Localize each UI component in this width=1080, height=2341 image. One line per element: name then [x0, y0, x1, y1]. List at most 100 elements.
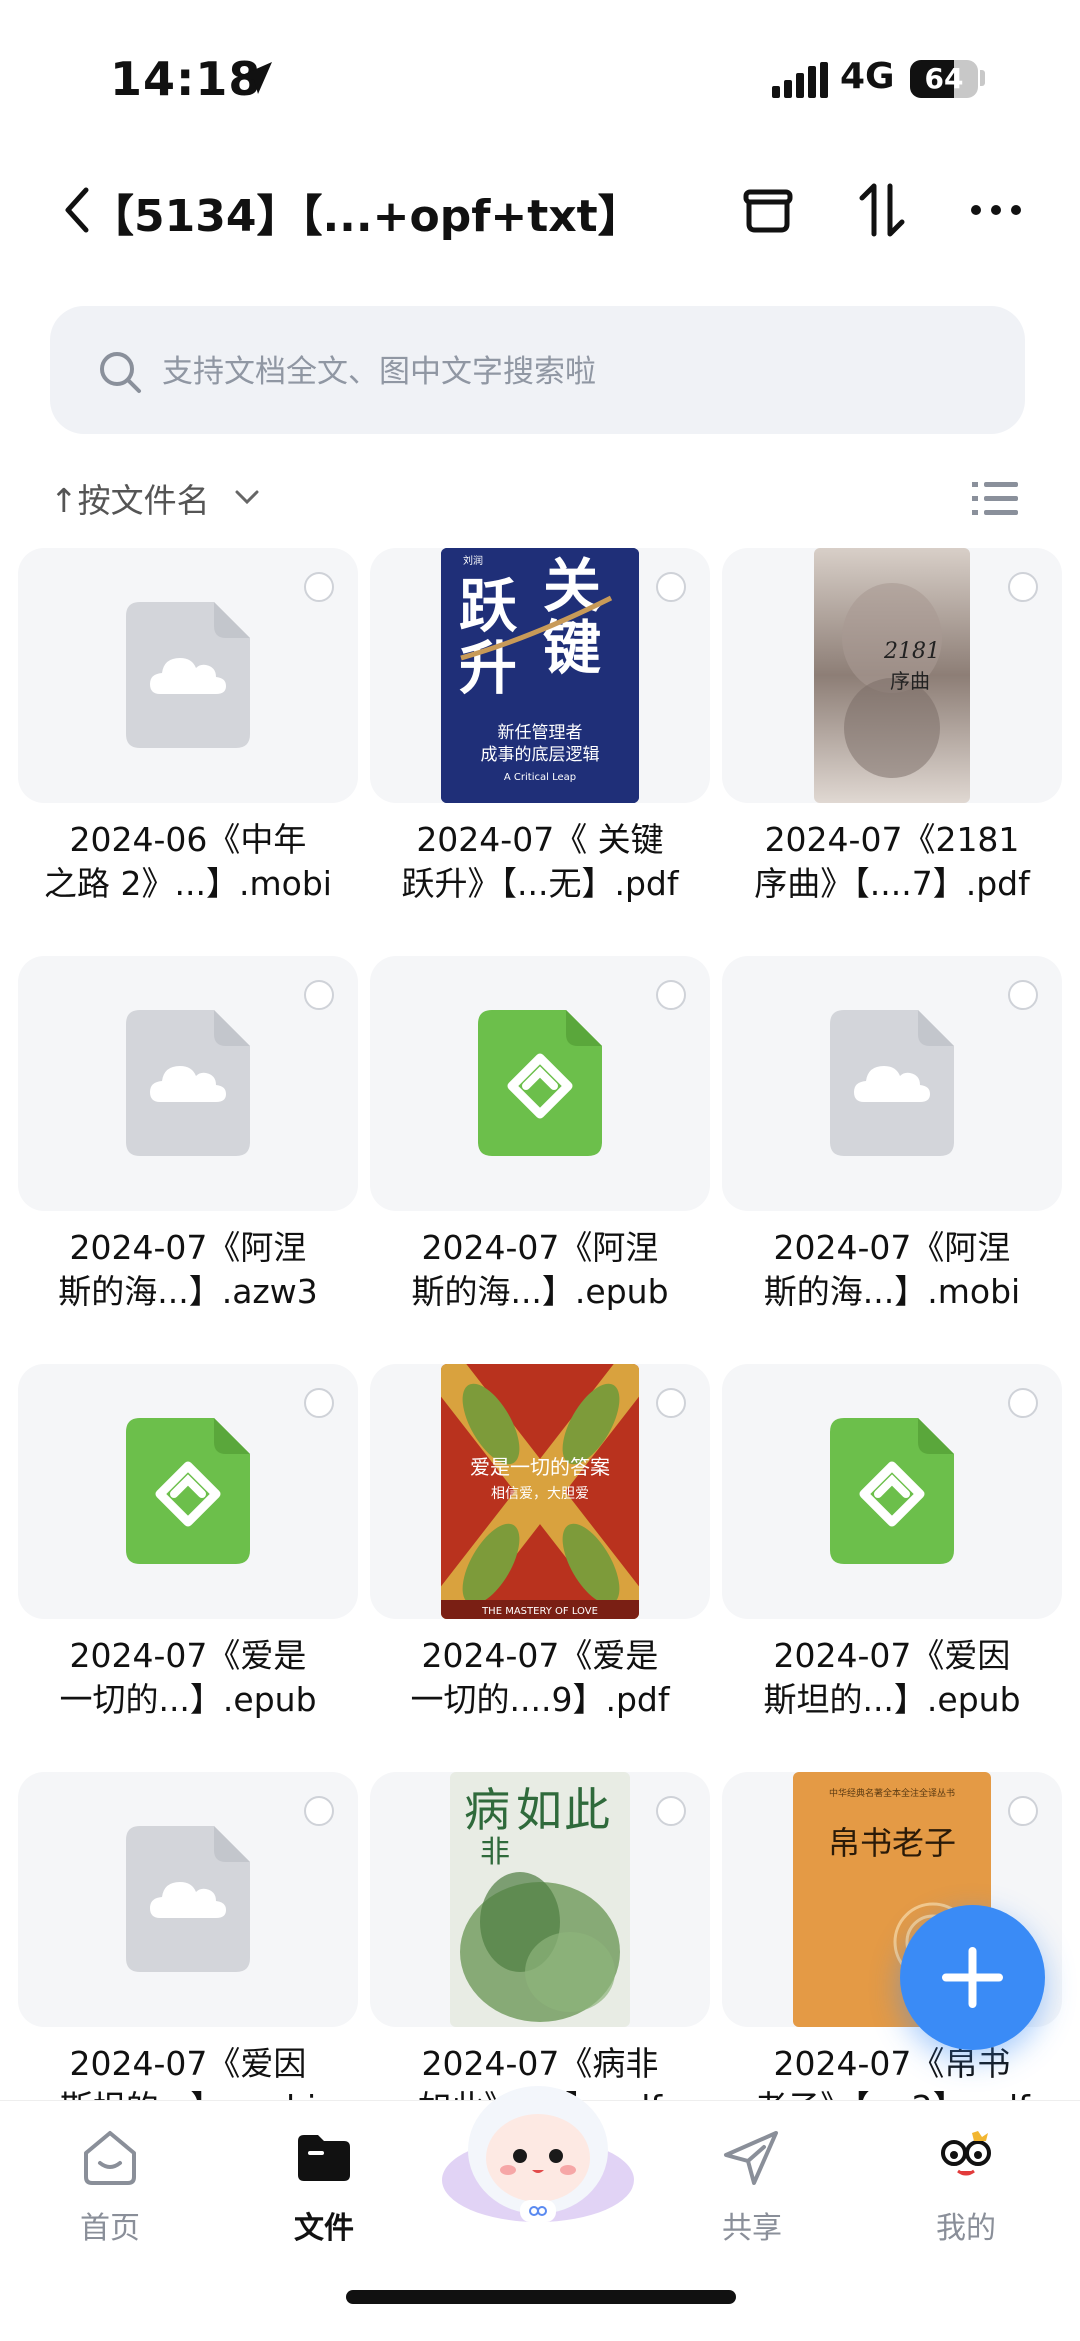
file-name: 2024-07《阿涅 斯的海...】.azw3 [58, 1228, 318, 1311]
select-radio[interactable] [304, 572, 334, 602]
file-tile[interactable]: 2024-07《爱因 斯坦的...】.epub [722, 1364, 1062, 1719]
folder-icon [298, 2135, 350, 2181]
folder-title: 【5134】【...+opf+txt】 [90, 191, 642, 242]
select-radio[interactable] [656, 980, 686, 1010]
svg-text:成事的底层逻辑: 成事的底层逻辑 [481, 745, 600, 765]
sort-icon[interactable] [850, 178, 914, 242]
file-thumbnail [370, 956, 710, 1211]
search-placeholder: 支持文档全文、图中文字搜索啦 [162, 354, 596, 390]
list-view-icon[interactable] [972, 478, 1018, 518]
svg-text:中华经典名著全本全注全译丛书: 中华经典名著全本全注全译丛书 [829, 1787, 955, 1799]
sort-row: ↑按文件名 [50, 468, 1040, 524]
file-name: 2024-07《 关键 跃升》【...无】.pdf [401, 820, 679, 903]
svg-text:新任管理者: 新任管理者 [498, 723, 583, 743]
file-thumbnail: 刘润 跃 关 升 键 新任管理者 成事的底层逻辑 A Critical Leap [370, 548, 710, 803]
file-name: 2024-07《爱是 一切的...】.epub [59, 1636, 317, 1719]
epub-file-icon [830, 1418, 954, 1564]
file-tile[interactable]: 2024-07《阿涅 斯的海...】.epub [370, 956, 710, 1311]
cloud-file-icon [126, 602, 250, 748]
sort-by-name-button[interactable]: ↑按文件名 [50, 474, 210, 522]
svg-text:跃: 跃 [459, 572, 518, 640]
file-tile[interactable]: 2024-07《阿涅 斯的海...】.azw3 [18, 956, 358, 1311]
tab-home[interactable]: 首页 [28, 2125, 188, 2275]
file-thumbnail [18, 548, 358, 803]
svg-text:帛书老子: 帛书老子 [828, 1824, 956, 1862]
file-name: 2024-07《帛书老子》【....2】.pdf [754, 2044, 1029, 2100]
book-cover-image: 2181 序曲 [814, 548, 970, 803]
more-icon[interactable] [964, 178, 1028, 242]
file-thumbnail: 2181 序曲 [722, 548, 1062, 803]
select-radio[interactable] [656, 1388, 686, 1418]
file-thumbnail [18, 956, 358, 1211]
home-icon [84, 2131, 136, 2185]
tab-label: 文件 [294, 2211, 354, 2246]
file-thumbnail [722, 956, 1062, 1211]
select-radio[interactable] [304, 1796, 334, 1826]
book-cover-image: 刘润 跃 关 升 键 新任管理者 成事的底层逻辑 A Critical Leap [441, 548, 639, 803]
select-radio[interactable] [304, 1388, 334, 1418]
share-icon [724, 2131, 778, 2185]
search-icon [100, 352, 141, 393]
status-bar: 14:18 4G 64 [0, 0, 1080, 150]
battery-cap [980, 70, 985, 86]
file-tile[interactable]: 爱是一切的答案 相信爱，大胆爱 THE MASTERY OF LOVE 2024… [370, 1364, 710, 1719]
file-tile[interactable]: 2024-06《中年 之路 2》...】.mobi [18, 548, 358, 903]
file-name: 2024-07《阿涅 斯的海...】.epub [411, 1228, 669, 1311]
svg-text:此: 此 [564, 1783, 610, 1837]
file-thumbnail [18, 1772, 358, 2027]
svg-text:序曲: 序曲 [890, 669, 930, 693]
chevron-down-icon[interactable] [232, 482, 262, 512]
select-radio[interactable] [656, 572, 686, 602]
file-name: 2024-07《阿涅 斯的海...】.mobi [763, 1228, 1021, 1311]
cloud-file-icon [126, 1826, 250, 1972]
plus-icon [942, 1947, 1003, 2008]
file-tile[interactable]: 2024-07《爱因斯坦的...】.mobi [18, 1772, 358, 2100]
home-indicator [346, 2290, 736, 2304]
battery-icon: 64 [910, 60, 978, 98]
select-radio[interactable] [656, 1796, 686, 1826]
file-thumbnail [18, 1364, 358, 1619]
file-name: 2024-07《爱是 一切的....9】.pdf [410, 1636, 670, 1719]
location-arrow-icon [240, 62, 272, 94]
book-cover-image: 爱是一切的答案 相信爱，大胆爱 THE MASTERY OF LOVE [441, 1364, 639, 1619]
signal-icon [772, 62, 828, 98]
cloud-file-icon [126, 1010, 250, 1156]
file-name: 2024-07《2181 序曲》【....7】.pdf [754, 820, 1030, 903]
tab-label: 我的 [936, 2211, 996, 2246]
file-browser-screen: 14:18 4G 64 【5134】【...+opf+txt】 支持文档全文、图… [0, 0, 1080, 2341]
svg-text:爱是一切的答案: 爱是一切的答案 [470, 1455, 610, 1479]
file-tile[interactable]: 2181 序曲 2024-07《2181 序曲》【....7】.pdf [722, 548, 1062, 903]
svg-text:THE MASTERY OF LOVE: THE MASTERY OF LOVE [481, 1606, 598, 1617]
svg-text:刘润: 刘润 [463, 554, 483, 567]
tab-label: 首页 [80, 2211, 140, 2246]
profile-icon [941, 2131, 991, 2176]
svg-text:2181: 2181 [883, 639, 940, 664]
ai-assistant-mascot-button[interactable] [438, 2060, 638, 2230]
select-radio[interactable] [304, 980, 334, 1010]
network-type: 4G [840, 56, 895, 97]
tab-profile[interactable]: 我的 [884, 2125, 1044, 2275]
file-name: 2024-07《爱因斯坦的...】.mobi [60, 2044, 316, 2100]
file-grid: 2024-06《中年 之路 2》...】.mobi 刘润 跃 关 升 键 新任管理… [18, 548, 1062, 2100]
select-radio[interactable] [1008, 572, 1038, 602]
file-tile[interactable]: 2024-07《阿涅 斯的海...】.mobi [722, 956, 1062, 1311]
add-file-button[interactable] [900, 1905, 1045, 2050]
file-name: 2024-07《爱因 斯坦的...】.epub [763, 1636, 1021, 1719]
file-tile[interactable]: 2024-07《爱是 一切的...】.epub [18, 1364, 358, 1719]
svg-text:病: 病 [464, 1783, 510, 1837]
tab-files[interactable]: 文件 [242, 2125, 402, 2275]
cloud-file-icon [830, 1010, 954, 1156]
select-radio[interactable] [1008, 1388, 1038, 1418]
file-tile[interactable]: 刘润 跃 关 升 键 新任管理者 成事的底层逻辑 A Critical Leap… [370, 548, 710, 903]
file-tile[interactable]: 病 非 如 此 2024-07《病非如此》【...】.pdf [370, 1772, 710, 2100]
svg-text:非: 非 [480, 1835, 510, 1870]
svg-text:A Critical Leap: A Critical Leap [504, 772, 576, 783]
select-radio[interactable] [1008, 1796, 1038, 1826]
archive-box-icon[interactable] [736, 178, 800, 242]
search-bar[interactable]: 支持文档全文、图中文字搜索啦 [50, 306, 1025, 434]
battery-level: 64 [924, 62, 964, 95]
book-cover-image: 病 非 如 此 [450, 1772, 630, 2027]
tab-share[interactable]: 共享 [670, 2125, 830, 2275]
select-radio[interactable] [1008, 980, 1038, 1010]
file-thumbnail: 爱是一切的答案 相信爱，大胆爱 THE MASTERY OF LOVE [370, 1364, 710, 1619]
